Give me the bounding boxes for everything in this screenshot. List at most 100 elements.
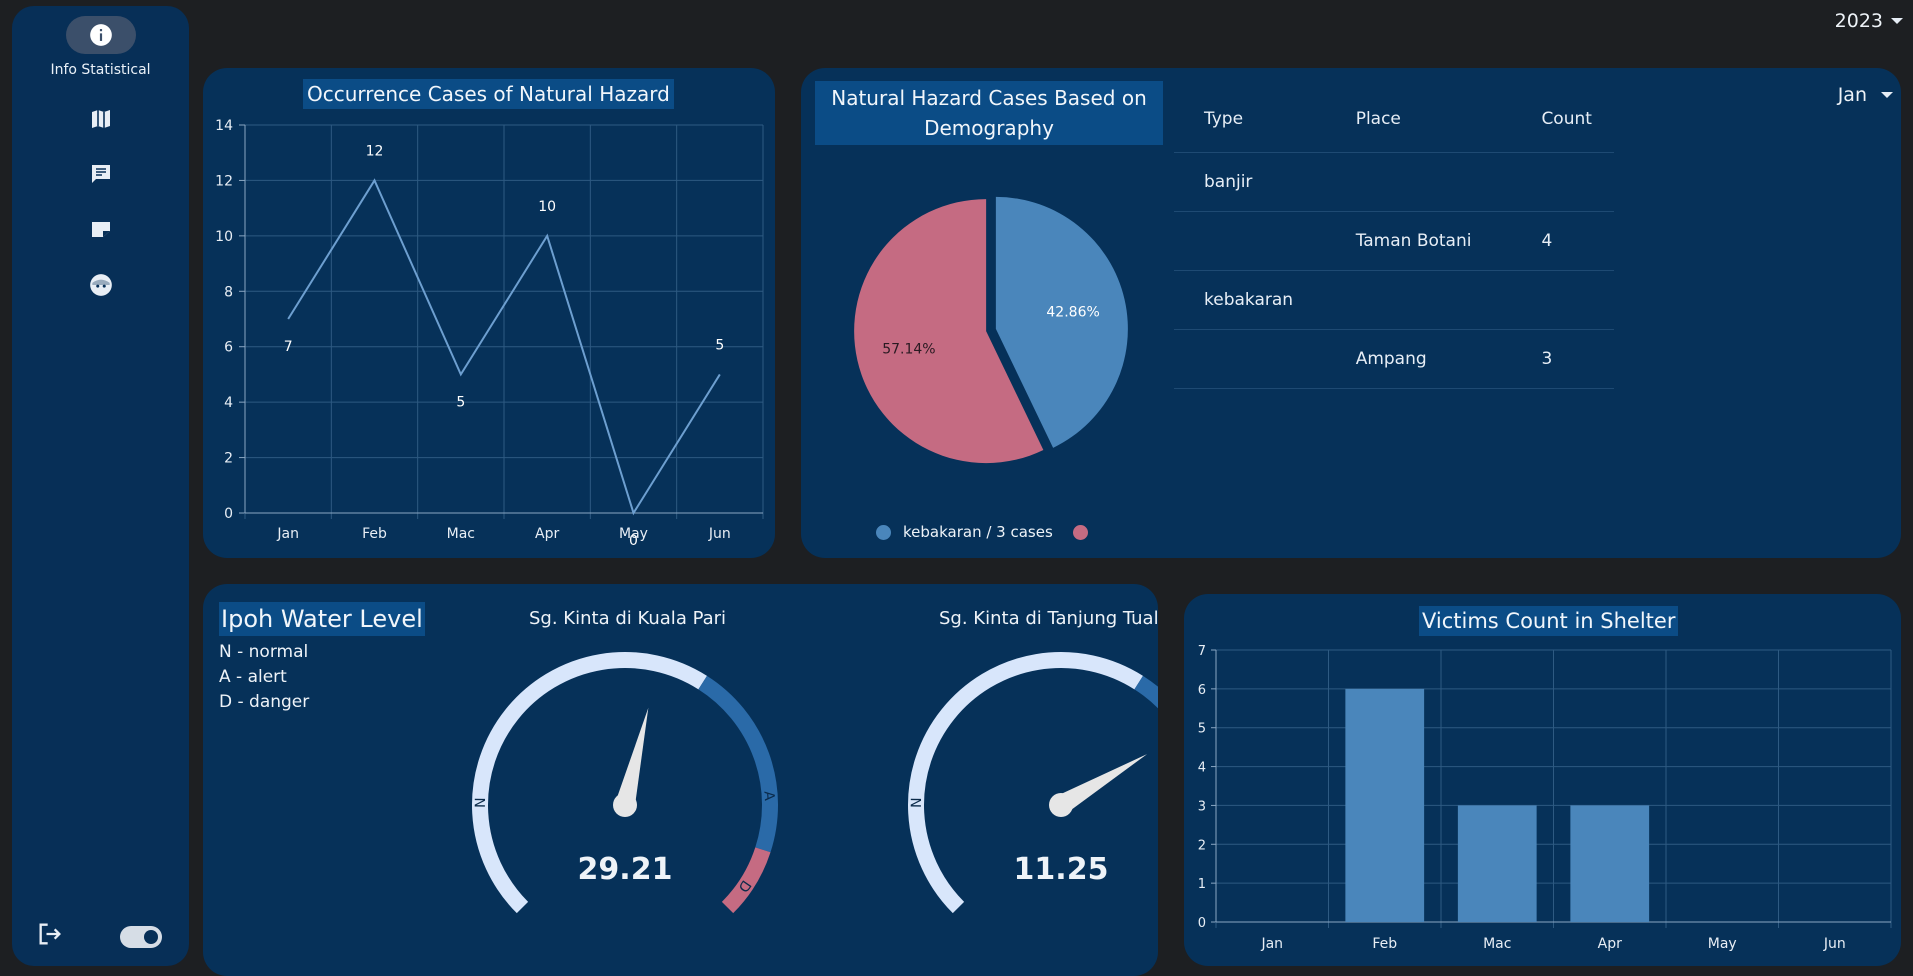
table-row: Taman Botani 4 bbox=[1174, 211, 1614, 271]
toggle-knob bbox=[144, 930, 158, 944]
table-cell-type bbox=[1174, 329, 1326, 389]
y-tick-label: 10 bbox=[215, 229, 233, 245]
chat-icon bbox=[92, 165, 110, 183]
data-label: 0 bbox=[629, 533, 638, 549]
year-select[interactable]: 2023 bbox=[1835, 10, 1903, 32]
data-label: 12 bbox=[366, 143, 384, 159]
water-level-card: Ipoh Water Level N - normal A - alert D … bbox=[203, 584, 1158, 976]
y-tick-label: 3 bbox=[1198, 799, 1206, 814]
table-row: banjir bbox=[1174, 152, 1614, 212]
y-tick-label: 7 bbox=[1198, 644, 1206, 659]
pie-legend-text: kebakaran / 3 cases bbox=[903, 523, 1053, 541]
demography-card: Natural Hazard Cases Based on Demography… bbox=[801, 68, 1901, 558]
gauge-zone-alert bbox=[1134, 675, 1158, 709]
y-tick-label: 4 bbox=[1198, 761, 1206, 776]
gauge-zone-label: N bbox=[473, 797, 489, 808]
bar[interactable] bbox=[1457, 805, 1537, 922]
table-cell-place: Taman Botani bbox=[1325, 211, 1512, 271]
x-tick-label: Jun bbox=[1823, 936, 1846, 952]
x-tick-label: Jun bbox=[708, 526, 731, 542]
y-tick-label: 8 bbox=[224, 284, 233, 300]
x-tick-label: Mac bbox=[1483, 936, 1511, 952]
x-tick-label: May bbox=[1708, 936, 1737, 952]
y-tick-label: 2 bbox=[224, 451, 233, 467]
gauge-zone-label: A bbox=[760, 791, 777, 802]
water-level-gauges: NAD29.21NAD11.25 bbox=[472, 652, 1158, 914]
y-tick-label: 2 bbox=[1198, 838, 1206, 853]
shelter-card: Victims Count in Shelter 0 1 2 3 4 5 6 7 Jan Feb M… bbox=[1184, 594, 1901, 966]
sidebar-item-chat[interactable] bbox=[86, 159, 116, 189]
shelter-bar-chart: 0 1 2 3 4 5 6 7 Jan Feb Mac Apr May Jun bbox=[1198, 644, 1892, 952]
table-row: kebakaran bbox=[1174, 270, 1614, 330]
table-header-row: Type Place Count bbox=[1174, 86, 1614, 153]
data-label: 5 bbox=[456, 394, 465, 410]
hazard-table: Type Place Count banjir Taman Botani 4 k… bbox=[1174, 86, 1614, 389]
year-select-value: 2023 bbox=[1834, 10, 1883, 32]
x-tick-label: Feb bbox=[362, 526, 387, 542]
theme-toggle[interactable] bbox=[120, 926, 162, 948]
sidebar-item-info-statistical[interactable] bbox=[66, 16, 136, 54]
gauge-needle bbox=[615, 707, 649, 808]
bar[interactable] bbox=[1345, 688, 1425, 922]
sidebar-item-note[interactable] bbox=[86, 214, 116, 244]
gauge-value: 29.21 bbox=[578, 852, 673, 887]
month-select[interactable]: Jan bbox=[1838, 84, 1893, 106]
y-tick-label: 12 bbox=[215, 173, 233, 189]
info-icon bbox=[90, 24, 112, 46]
pie-legend-icon-kebakaran[interactable] bbox=[1072, 524, 1088, 540]
table-header-count: Count bbox=[1511, 86, 1614, 153]
gauge-needle-hub bbox=[613, 793, 637, 817]
dashboard: Info Statistical 2023 Occurrence Cases o… bbox=[0, 0, 1913, 976]
x-tick-label: Apr bbox=[1598, 936, 1622, 952]
y-tick-label: 0 bbox=[1198, 916, 1206, 931]
month-select-value: Jan bbox=[1837, 84, 1867, 106]
table-cell-type: kebakaran bbox=[1174, 270, 1326, 330]
map-icon bbox=[92, 110, 110, 128]
gauge-value: 11.25 bbox=[1014, 852, 1109, 887]
table-cell-type bbox=[1174, 211, 1326, 271]
chevron-down-icon bbox=[1891, 18, 1903, 24]
table-cell-place bbox=[1325, 152, 1512, 212]
pie-slice-label: 57.14% bbox=[882, 342, 935, 358]
gauge-needle-hub bbox=[1049, 793, 1073, 817]
x-tick-label: Apr bbox=[535, 526, 559, 542]
sidebar: Info Statistical bbox=[12, 6, 189, 966]
x-tick-label: Feb bbox=[1372, 936, 1397, 952]
x-tick-label: Jan bbox=[276, 526, 299, 542]
gauge-zone-label: N bbox=[909, 797, 925, 808]
y-tick-label: 6 bbox=[224, 340, 233, 356]
table-header-place: Place bbox=[1325, 86, 1512, 153]
y-tick-label: 5 bbox=[1198, 722, 1206, 737]
pie-legend: kebakaran / 3 cases bbox=[876, 523, 1088, 541]
y-tick-label: 0 bbox=[224, 506, 233, 522]
data-label: 10 bbox=[538, 199, 556, 215]
y-tick-label: 1 bbox=[1198, 877, 1206, 892]
x-tick-label: Mac bbox=[447, 526, 475, 542]
table-cell-place bbox=[1325, 270, 1512, 330]
sidebar-item-map[interactable] bbox=[86, 104, 116, 134]
table-cell-type: banjir bbox=[1174, 152, 1326, 212]
table-cell-place: Ampang bbox=[1325, 329, 1512, 389]
logout-icon bbox=[39, 923, 61, 945]
table-header-type: Type bbox=[1174, 86, 1326, 153]
table-cell-count bbox=[1511, 270, 1614, 330]
chevron-down-icon bbox=[1881, 92, 1893, 98]
data-label: 7 bbox=[284, 339, 293, 355]
gauge-zone-alert bbox=[698, 675, 778, 853]
sidebar-item-face[interactable] bbox=[86, 270, 116, 300]
x-tick-label: Jan bbox=[1260, 936, 1283, 952]
y-tick-label: 14 bbox=[215, 118, 233, 134]
pie-slice-label: 42.86% bbox=[1046, 304, 1099, 320]
sidebar-item-label: Info Statistical bbox=[50, 62, 151, 78]
data-label: 5 bbox=[715, 337, 724, 353]
bar[interactable] bbox=[1570, 805, 1650, 922]
table-cell-count bbox=[1511, 152, 1614, 212]
logout-button[interactable] bbox=[36, 920, 66, 950]
pie-legend-icon-banjir[interactable] bbox=[876, 524, 891, 540]
demography-pie-chart: 42.86% 57.14% bbox=[854, 196, 1128, 464]
y-tick-label: 6 bbox=[1198, 683, 1206, 698]
occurrence-line-chart: 02468101214Jan Feb Mac Apr May Jun71251005 bbox=[215, 118, 764, 549]
face-icon bbox=[90, 274, 112, 296]
table-cell-count: 4 bbox=[1511, 211, 1614, 271]
note-icon bbox=[92, 222, 110, 237]
